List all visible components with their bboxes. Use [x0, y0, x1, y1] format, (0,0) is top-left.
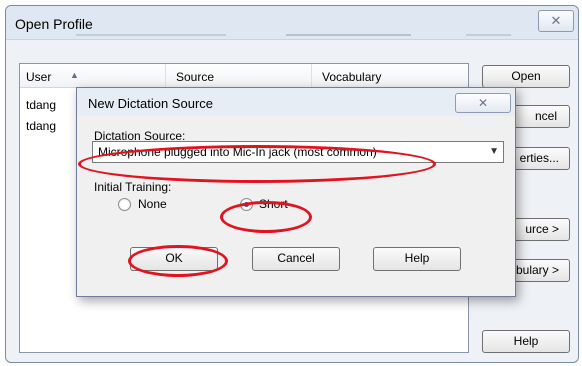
column-source[interactable]: Source — [166, 64, 312, 88]
dialog-title-bar: New Dictation Source ✕ — [77, 88, 515, 116]
outer-title-bar: Open Profile ✕ — [6, 6, 578, 40]
column-user-label: User — [26, 70, 52, 84]
list-item[interactable]: tdang — [26, 119, 56, 133]
radio-none-label[interactable]: None — [138, 197, 167, 211]
open-button[interactable]: Open — [482, 65, 570, 88]
dialog-body: Dictation Source: Microphone plugged int… — [86, 121, 506, 291]
ok-button[interactable]: OK — [130, 247, 218, 271]
radio-short[interactable] — [240, 198, 253, 211]
new-dictation-source-dialog: New Dictation Source ✕ Dictation Source:… — [76, 87, 516, 297]
help-button[interactable]: Help — [373, 247, 461, 271]
column-user[interactable]: User ▲ — [20, 64, 166, 88]
radio-none[interactable] — [118, 198, 131, 211]
help-button[interactable]: Help — [482, 330, 570, 353]
column-vocabulary-label: Vocabulary — [322, 70, 382, 84]
dialog-title: New Dictation Source — [88, 96, 213, 111]
close-icon[interactable]: ✕ — [455, 93, 511, 113]
blurred-subtitle — [36, 34, 536, 36]
dictation-source-select[interactable]: Microphone plugged into Mic-In jack (mos… — [92, 141, 504, 163]
initial-training-label: Initial Training: — [94, 180, 172, 194]
close-icon[interactable]: ✕ — [538, 10, 574, 32]
selected-source-value: Microphone plugged into Mic-In jack (mos… — [98, 145, 377, 159]
sort-ascending-icon: ▲ — [70, 70, 79, 80]
window-title: Open Profile — [15, 16, 93, 32]
radio-short-label[interactable]: Short — [259, 197, 288, 211]
column-vocabulary[interactable]: Vocabulary — [312, 64, 468, 88]
list-header: User ▲ Source Vocabulary — [20, 64, 468, 88]
dropdown-arrow-icon[interactable]: ▼ — [489, 142, 499, 162]
list-item[interactable]: tdang — [26, 98, 56, 112]
column-source-label: Source — [176, 70, 215, 84]
cancel-button[interactable]: Cancel — [252, 247, 340, 271]
